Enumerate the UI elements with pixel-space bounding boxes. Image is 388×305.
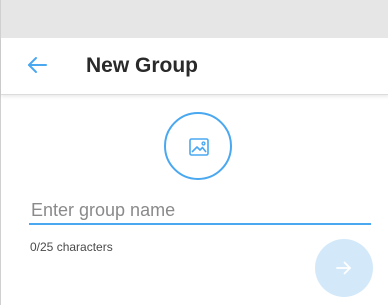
image-icon bbox=[189, 138, 209, 156]
page-title: New Group bbox=[86, 54, 199, 77]
next-button[interactable] bbox=[315, 239, 373, 297]
arrow-left-icon bbox=[28, 57, 47, 73]
group-photo-button[interactable] bbox=[164, 112, 232, 180]
status-bar bbox=[1, 0, 388, 38]
group-name-input[interactable] bbox=[29, 197, 371, 225]
app-bar: New Group bbox=[1, 38, 388, 95]
back-button[interactable] bbox=[23, 50, 53, 80]
screen: New Group 0/25 characters bbox=[0, 0, 388, 305]
character-counter: 0/25 characters bbox=[30, 240, 113, 254]
arrow-right-icon bbox=[336, 261, 351, 275]
